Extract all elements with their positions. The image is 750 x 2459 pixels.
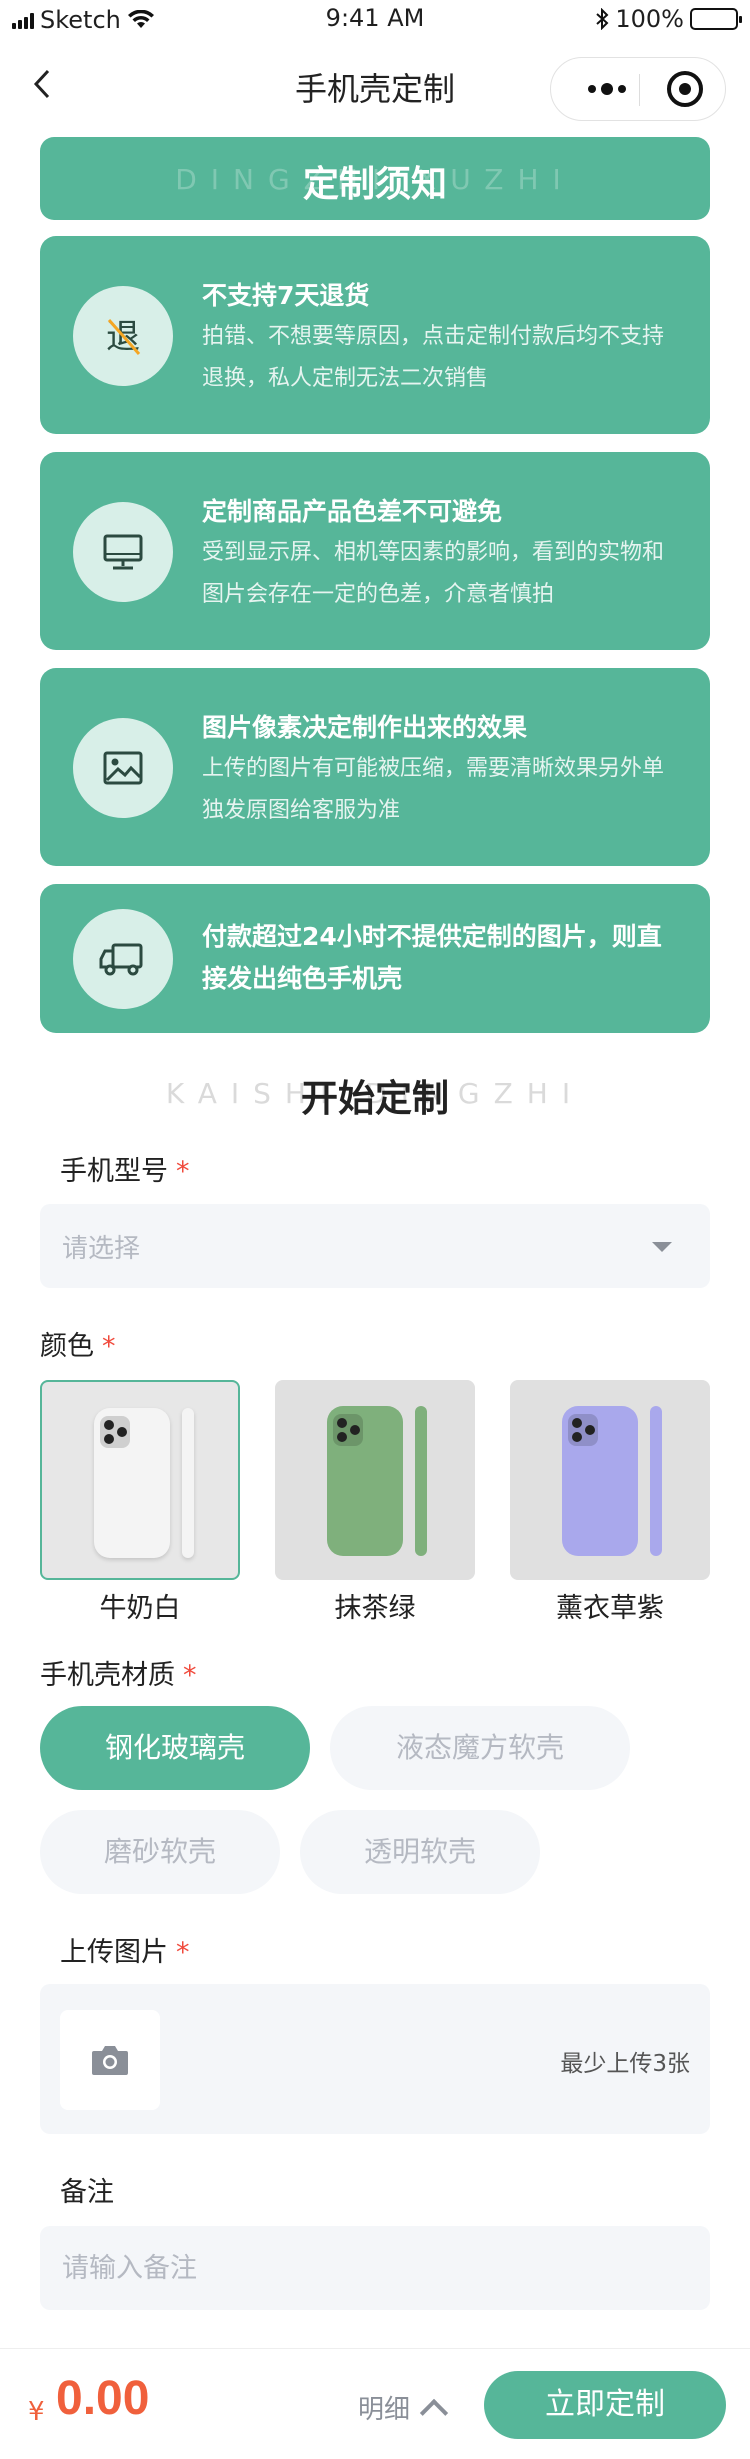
color-option-green[interactable]	[275, 1380, 475, 1580]
upload-button[interactable]	[60, 2010, 160, 2110]
model-label: 手机型号 *	[60, 1156, 190, 1187]
notice-card-pixel: 图片像素决定制作出来的效果 上传的图片有可能被压缩，需要清晰效果另外单独发原图给…	[40, 668, 710, 866]
card-title: 图片像素决定制作出来的效果	[202, 713, 528, 742]
required-mark: *	[176, 1156, 190, 1187]
color-name: 牛奶白	[99, 1593, 181, 1624]
required-mark: *	[176, 1937, 190, 1968]
required-mark: *	[102, 1331, 116, 1362]
phone-side	[182, 1408, 194, 1558]
material-option[interactable]: 磨砂软壳	[40, 1810, 280, 1894]
upload-area: 最少上传3张	[40, 1984, 710, 2134]
nav-bar: 手机壳定制	[0, 48, 750, 121]
battery-icon	[690, 8, 742, 30]
required-mark: *	[183, 1660, 197, 1691]
chevron-up-icon	[419, 2398, 449, 2427]
card-title: 定制商品产品色差不可避免	[202, 497, 503, 526]
upload-hint: 最少上传3张	[560, 2051, 690, 2077]
upload-label: 上传图片 *	[60, 1937, 190, 1968]
color-name: 薰衣草紫	[556, 1593, 664, 1624]
model-select[interactable]: 请选择	[40, 1204, 710, 1288]
detail-toggle[interactable]: 明细	[358, 2389, 449, 2427]
currency-symbol: ¥	[28, 2397, 45, 2427]
card-desc: 上传的图片有可能被压缩，需要清晰效果另外单独发原图给客服为准	[202, 756, 665, 823]
phone-front	[94, 1408, 170, 1558]
card-title: 不支持7天退货	[202, 281, 370, 310]
remark-label: 备注	[60, 2177, 114, 2208]
mini-program-capsule	[550, 57, 726, 121]
monitor-icon	[73, 502, 173, 602]
battery-percent: 100%	[615, 5, 684, 33]
material-option[interactable]: 透明软壳	[300, 1810, 540, 1894]
color-label: 颜色 *	[40, 1331, 116, 1362]
notice-card-no-return: 退 不支持7天退货 拍错、不想要等原因，点击定制付款后均不支持退换，私人定制无法…	[40, 236, 710, 434]
card-desc: 拍错、不想要等原因，点击定制付款后均不支持退换，私人定制无法二次销售	[202, 324, 665, 391]
color-name: 抹茶绿	[334, 1593, 416, 1624]
material-option[interactable]: 液态魔方软壳	[330, 1706, 630, 1790]
status-right: 100%	[595, 5, 742, 33]
start-section-header: KAISHI DINGZHI 开始定制	[0, 1064, 750, 1124]
notice-card-color-diff: 定制商品产品色差不可避免 受到显示屏、相机等因素的影响，看到的实物和图片会存在一…	[40, 452, 710, 650]
detail-label: 明细	[358, 2395, 411, 2425]
phone-side	[650, 1406, 662, 1556]
card-desc: 受到显示屏、相机等因素的影响，看到的实物和图片会存在一定的色差，介意者慎拍	[202, 540, 665, 607]
camera-icon	[92, 2046, 128, 2075]
color-option-white[interactable]	[40, 1380, 240, 1580]
bluetooth-icon	[596, 8, 609, 30]
truck-icon	[73, 909, 173, 1009]
notice-card-24h: 付款超过24小时不提供定制的图片，则直接发出纯色手机壳	[40, 884, 710, 1033]
chevron-down-icon	[652, 1242, 672, 1252]
image-icon	[73, 718, 173, 818]
notice-header: DINGZHI XUZHI 定制须知	[40, 137, 710, 220]
bottom-bar: ¥ 0.00 明细 立即定制	[0, 2348, 750, 2459]
phone-front	[562, 1406, 638, 1556]
phone-front	[327, 1406, 403, 1556]
status-bar: Sketch 9:41 AM 100%	[0, 0, 750, 40]
notice-title: 定制须知	[302, 164, 447, 205]
total-price: 0.00	[56, 2372, 150, 2425]
submit-button[interactable]: 立即定制	[484, 2371, 726, 2439]
remark-input[interactable]	[40, 2226, 710, 2310]
no-return-icon: 退	[73, 286, 173, 386]
material-option[interactable]: 钢化玻璃壳	[40, 1706, 310, 1790]
material-label: 手机壳材质 *	[40, 1660, 197, 1691]
phone-side	[415, 1406, 427, 1556]
start-title: 开始定制	[301, 1077, 449, 1120]
more-icon[interactable]	[577, 58, 637, 120]
close-target-icon[interactable]	[667, 71, 703, 107]
capsule-divider	[639, 74, 640, 106]
remark-field	[40, 2226, 710, 2310]
color-option-purple[interactable]	[510, 1380, 710, 1580]
model-placeholder: 请选择	[62, 1234, 141, 1264]
card-title: 付款超过24小时不提供定制的图片，则直接发出纯色手机壳	[202, 922, 662, 993]
